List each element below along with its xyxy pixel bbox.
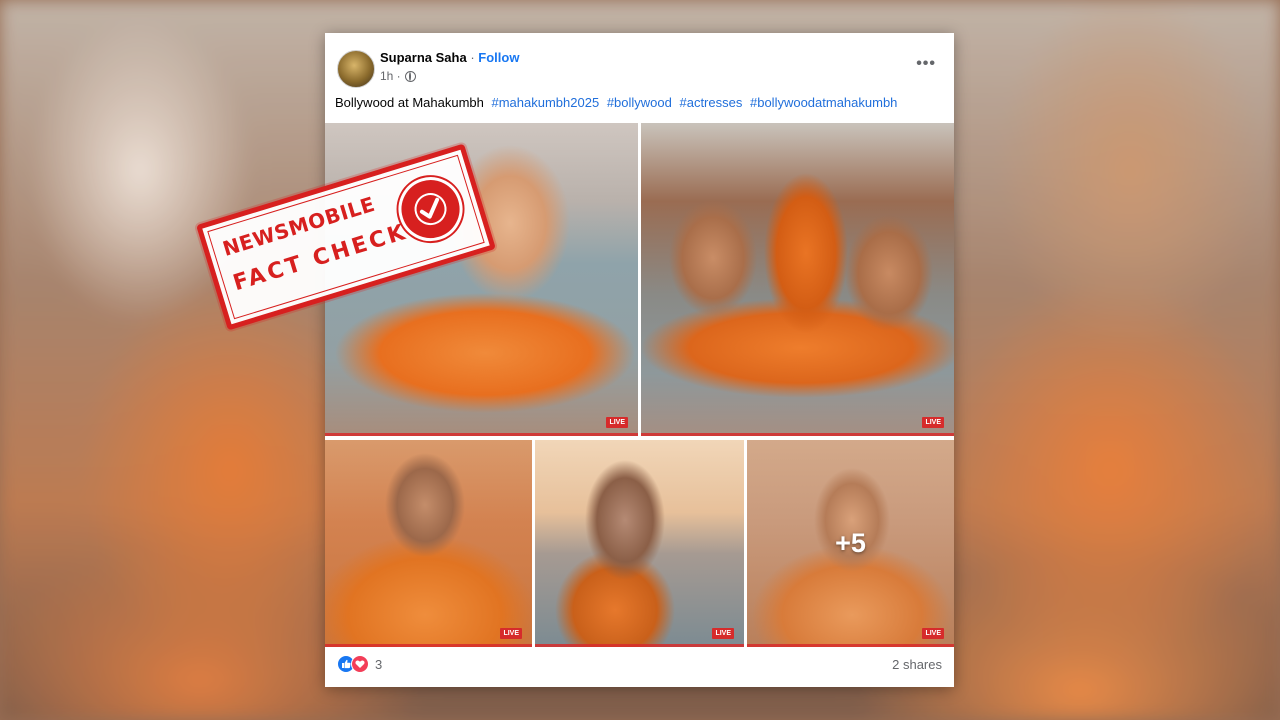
photo-4[interactable]: LIVE <box>535 440 744 647</box>
photo-3[interactable]: LIVE <box>325 440 532 647</box>
photo-strip <box>641 433 954 436</box>
post-header: Suparna Saha · Follow <box>380 50 519 65</box>
live-badge: LIVE <box>712 628 734 639</box>
caption-text: Bollywood at Mahakumbh <box>335 95 484 110</box>
more-options-button[interactable]: ••• <box>916 55 936 73</box>
photo-strip <box>325 644 532 647</box>
hashtag-link[interactable]: #actresses <box>679 95 742 110</box>
photo-strip <box>325 433 638 436</box>
reaction-summary[interactable]: 3 <box>337 655 382 673</box>
more-photos-overlay[interactable]: +5 <box>747 440 954 647</box>
shares-count[interactable]: 2 shares <box>892 657 942 672</box>
post-meta: 1h · <box>380 69 416 83</box>
hashtag-link[interactable]: #mahakumbh2025 <box>491 95 599 110</box>
avatar[interactable] <box>337 50 375 88</box>
love-icon <box>351 655 369 673</box>
reaction-count: 3 <box>375 656 383 672</box>
hashtag-link[interactable]: #bollywood <box>607 95 672 110</box>
facebook-post: Suparna Saha · Follow 1h · ••• Bollywood… <box>325 33 954 687</box>
follow-button[interactable]: Follow <box>478 50 519 65</box>
live-badge: LIVE <box>606 417 628 428</box>
timestamp[interactable]: 1h · <box>380 69 401 83</box>
post-caption: Bollywood at Mahakumbh #mahakumbh2025 #b… <box>335 95 897 110</box>
photo-strip <box>535 644 744 647</box>
live-badge: LIVE <box>922 417 944 428</box>
globe-icon <box>404 70 416 82</box>
separator: · <box>470 50 475 65</box>
live-badge: LIVE <box>500 628 522 639</box>
author-name[interactable]: Suparna Saha <box>380 50 467 65</box>
hashtag-link[interactable]: #bollywoodatmahakumbh <box>750 95 897 110</box>
photo-2[interactable]: LIVE <box>641 123 954 436</box>
